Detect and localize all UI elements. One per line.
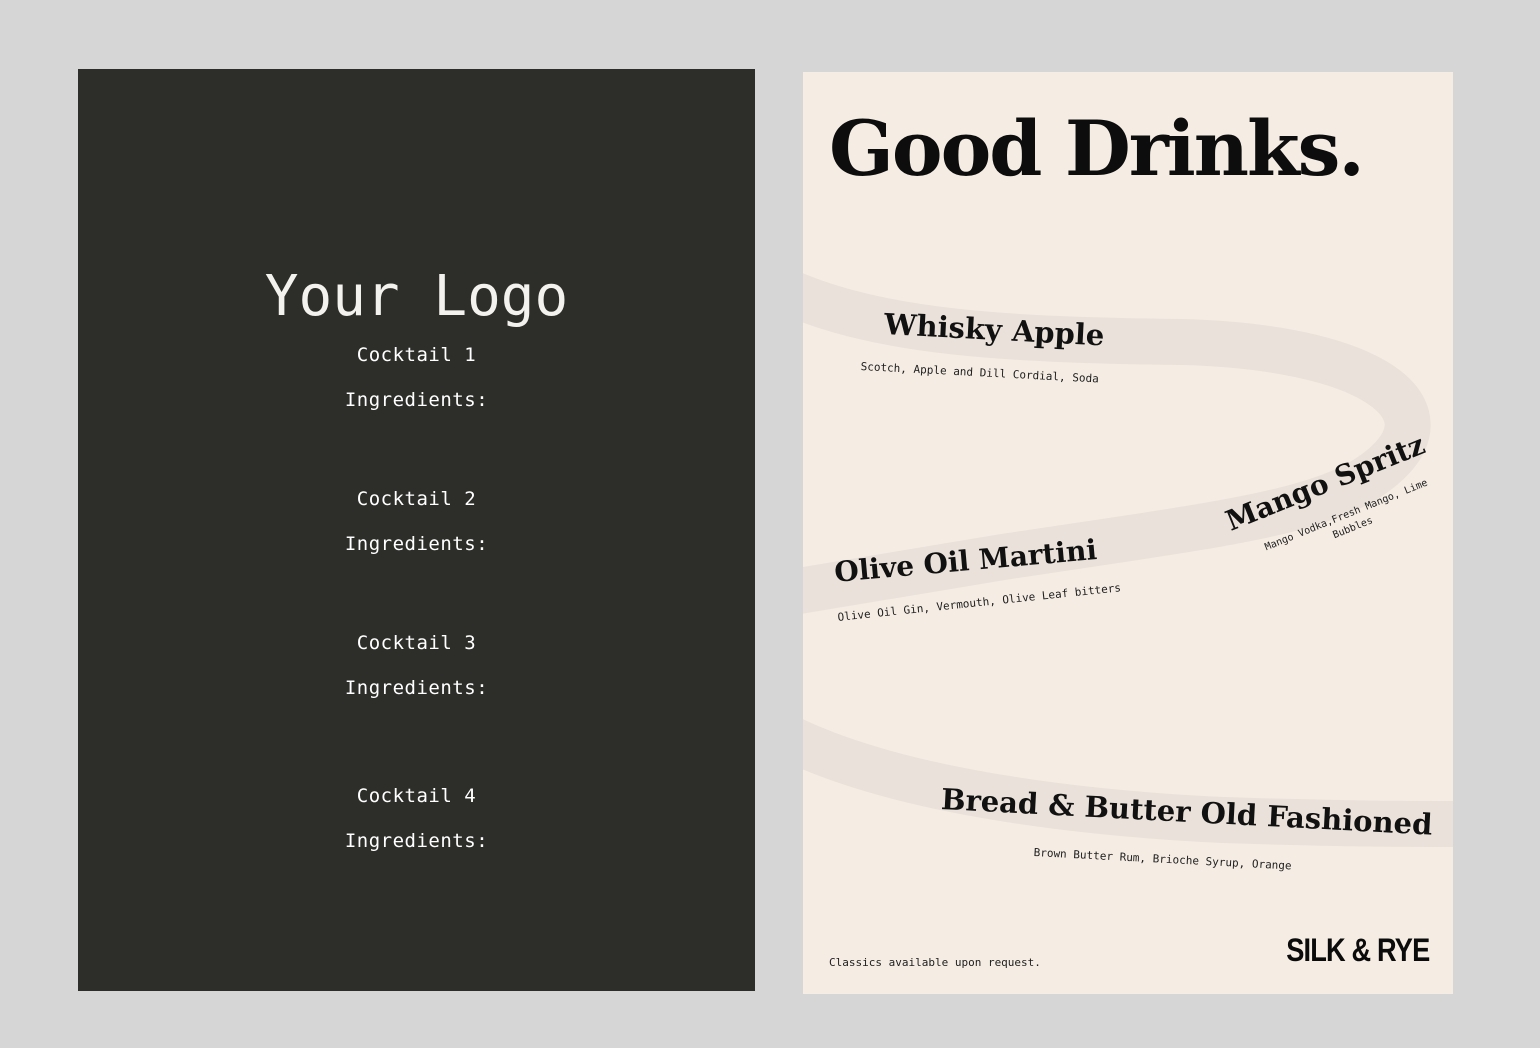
cocktail-2-ingredients-label: Ingredients: (344, 533, 489, 555)
cocktail-1-name: Cocktail 1 (356, 344, 477, 366)
cocktail-3-name: Cocktail 3 (356, 632, 477, 654)
cocktail-4-ingredients-label: Ingredients: (344, 830, 489, 852)
menu-design-card[interactable]: Good Drinks. Whisky Apple Scotch, Apple … (803, 72, 1453, 994)
logo-placeholder: Your Logo (264, 264, 569, 329)
footer-note: Classics available upon request. (829, 956, 1041, 969)
menu-template-card[interactable]: Your Logo Cocktail 1 Ingredients: Cockta… (78, 69, 755, 991)
menu-headline: Good Drinks. (829, 104, 1365, 193)
brand-logo: SILK & RYE (1285, 932, 1430, 968)
cocktail-1-ingredients-label: Ingredients: (344, 389, 489, 411)
cocktail-3-ingredients-label: Ingredients: (344, 677, 489, 699)
cocktail-4-name: Cocktail 4 (356, 785, 477, 807)
cocktail-2-name: Cocktail 2 (356, 488, 477, 510)
